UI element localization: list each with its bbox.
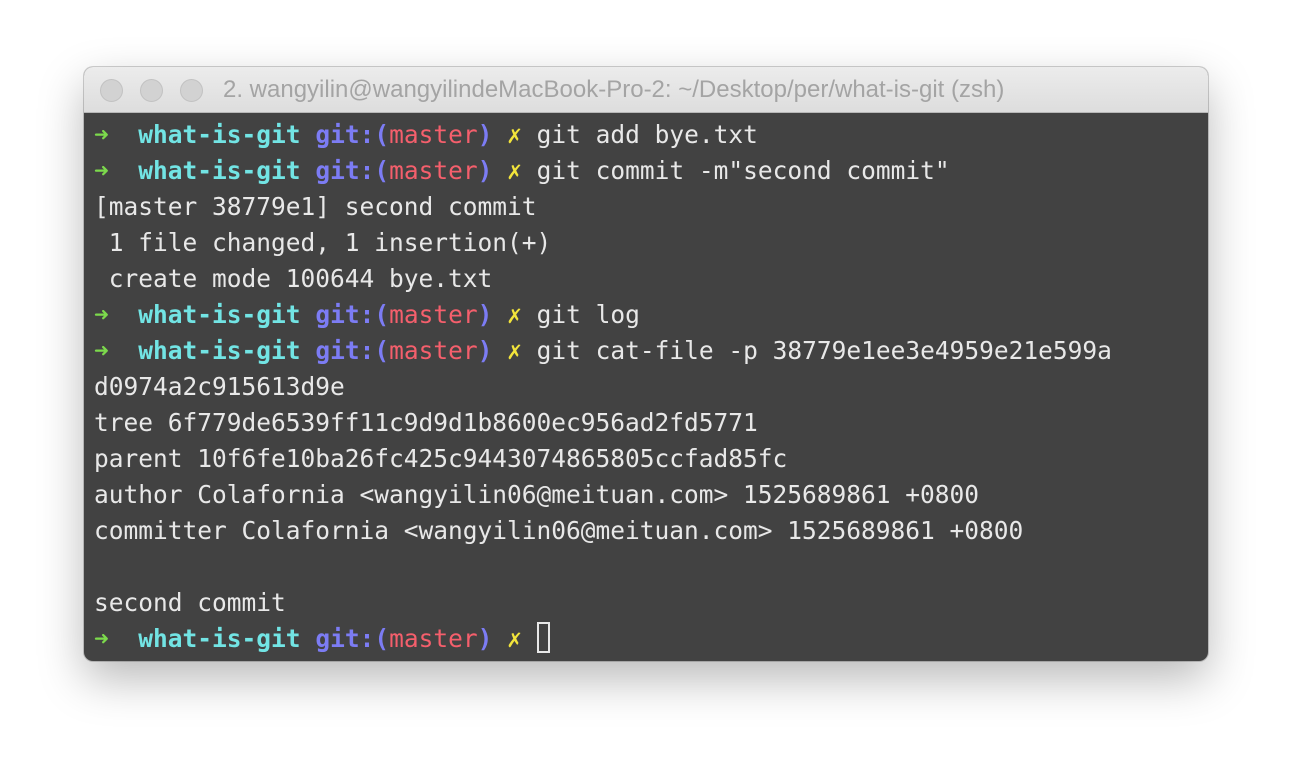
terminal-cursor[interactable] [536,622,550,653]
output-line: second commit [94,585,1208,621]
prompt-arrow-icon: ➜ [94,624,109,653]
command-text: git log [536,300,640,329]
title-bar[interactable]: 2. wangyilin@wangyilindeMacBook-Pro-2: ~… [84,67,1208,113]
output-text: committer Colafornia <wangyilin06@meitua… [94,516,1024,545]
output-text: second commit [94,588,286,617]
prompt-git-suffix: ) [477,624,493,653]
output-text: parent 10f6fe10ba26fc425c9443074865805cc… [94,444,788,473]
prompt-line: ➜ what-is-git git:(master) ✗ git add bye… [94,117,1208,153]
dirty-indicator-icon: ✗ [507,300,522,329]
output-line: [master 38779e1] second commit [94,189,1208,225]
close-button[interactable] [100,79,123,102]
prompt-line: ➜ what-is-git git:(master) ✗ [94,621,1208,657]
dirty-indicator-icon: ✗ [507,336,522,365]
terminal-content[interactable]: ➜ what-is-git git:(master) ✗ git add bye… [84,113,1208,661]
output-line: tree 6f779de6539ff11c9d9d1b8600ec956ad2f… [94,405,1208,441]
prompt-branch: master [389,336,478,365]
output-line: author Colafornia <wangyilin06@meituan.c… [94,477,1208,513]
terminal-window: 2. wangyilin@wangyilindeMacBook-Pro-2: ~… [84,67,1208,661]
prompt-git-suffix: ) [477,156,493,185]
output-line: committer Colafornia <wangyilin06@meitua… [94,513,1208,549]
prompt-arrow-icon: ➜ [94,156,109,185]
prompt-git-prefix: git:( [315,624,390,653]
command-text: git add bye.txt [536,120,758,149]
output-text: 1 file changed, 1 insertion(+) [94,228,552,257]
dirty-indicator-icon: ✗ [507,120,522,149]
minimize-button[interactable] [140,79,163,102]
prompt-git-prefix: git:( [315,120,390,149]
prompt-line: ➜ what-is-git git:(master) ✗ git commit … [94,153,1208,189]
prompt-line: ➜ what-is-git git:(master) ✗ git log [94,297,1208,333]
prompt-git-prefix: git:( [315,336,390,365]
prompt-git-suffix: ) [477,336,493,365]
prompt-directory: what-is-git [138,300,301,329]
prompt-arrow-icon: ➜ [94,300,109,329]
prompt-directory: what-is-git [138,624,301,653]
zoom-button[interactable] [180,79,203,102]
command-text: git commit -m"second commit" [536,156,950,185]
prompt-arrow-icon: ➜ [94,336,109,365]
command-text: git cat-file -p 38779e1ee3e4959e21e599a [536,336,1112,365]
output-text: create mode 100644 bye.txt [94,264,493,293]
dirty-indicator-icon: ✗ [507,624,522,653]
prompt-git-prefix: git:( [315,300,390,329]
output-text: [master 38779e1] second commit [94,192,537,221]
dirty-indicator-icon: ✗ [507,156,522,185]
output-text: author Colafornia <wangyilin06@meituan.c… [94,480,980,509]
prompt-arrow-icon: ➜ [94,120,109,149]
window-title: 2. wangyilin@wangyilindeMacBook-Pro-2: ~… [223,76,1005,103]
prompt-branch: master [389,120,478,149]
prompt-branch: master [389,624,478,653]
prompt-line: ➜ what-is-git git:(master) ✗ git cat-fil… [94,333,1208,369]
prompt-git-prefix: git:( [315,156,390,185]
output-line: create mode 100644 bye.txt [94,261,1208,297]
prompt-branch: master [389,156,478,185]
prompt-git-suffix: ) [477,300,493,329]
output-text: d0974a2c915613d9e [94,372,345,401]
output-line: parent 10f6fe10ba26fc425c9443074865805cc… [94,441,1208,477]
output-line: 1 file changed, 1 insertion(+) [94,225,1208,261]
prompt-branch: master [389,300,478,329]
prompt-directory: what-is-git [138,120,301,149]
prompt-directory: what-is-git [138,336,301,365]
prompt-directory: what-is-git [138,156,301,185]
prompt-git-suffix: ) [477,120,493,149]
output-text: tree 6f779de6539ff11c9d9d1b8600ec956ad2f… [94,408,758,437]
output-line: d0974a2c915613d9e [94,369,1208,405]
